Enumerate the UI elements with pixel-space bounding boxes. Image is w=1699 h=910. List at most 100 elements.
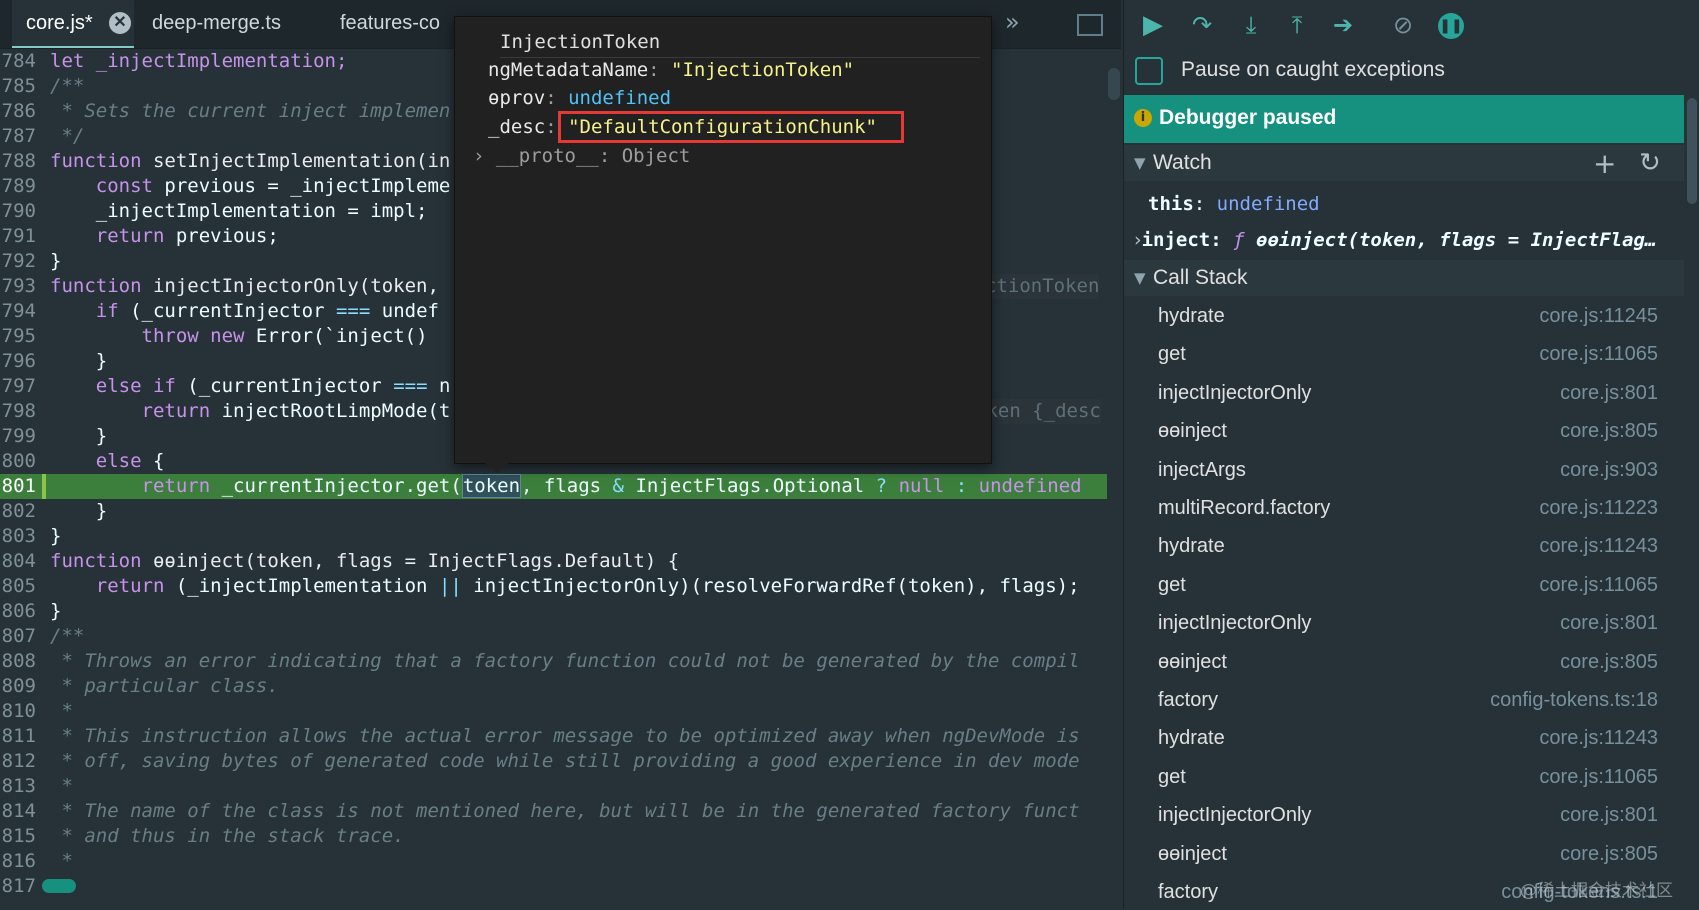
line-number: 788: [1, 150, 36, 172]
code-line: * and thus in the stack trace.: [50, 825, 405, 847]
frame-function-name: factory: [1158, 881, 1219, 903]
frame-location: core.js:11065: [1539, 573, 1658, 596]
step-icon[interactable]: ➔: [1326, 8, 1360, 42]
frame-location: core.js:805: [1560, 650, 1658, 673]
deactivate-breakpoints-icon[interactable]: ⊘: [1386, 8, 1420, 42]
code-line: let _injectImplementation;: [50, 50, 348, 72]
call-stack-frame[interactable]: injectArgs core.js:903: [1124, 452, 1684, 488]
call-stack-frame[interactable]: factory config-tokens.ts:18: [1124, 682, 1684, 718]
step-over-icon[interactable]: ↷: [1185, 8, 1219, 42]
highlight-box: [558, 111, 904, 143]
code-line: * Throws an error indicating that a fact…: [50, 650, 1080, 672]
frame-location: core.js:903: [1560, 458, 1658, 481]
frame-function-name: hydrate: [1158, 535, 1225, 558]
call-stack-frame[interactable]: get core.js:11065: [1124, 567, 1684, 603]
watch-item[interactable]: this: undefined: [1124, 186, 1699, 222]
code-line: function injectInjectorOnly(token,: [50, 275, 439, 297]
close-icon[interactable]: ✕: [109, 12, 131, 34]
tab-core-js[interactable]: core.js* ✕: [12, 0, 134, 48]
watch-section-header[interactable]: ▼ Watch + ↻: [1124, 145, 1684, 181]
line-number: 800: [1, 450, 36, 472]
frame-function-name: injectInjectorOnly: [1158, 804, 1312, 827]
code-line: /**: [50, 625, 85, 647]
code-line: }: [50, 525, 62, 547]
resume-icon[interactable]: ▶: [1136, 8, 1170, 42]
call-stack-frame[interactable]: ɵɵinject core.js:805: [1124, 644, 1684, 680]
frame-location: core.js:801: [1560, 612, 1658, 635]
tab-features-config[interactable]: features-co: [326, 0, 456, 48]
tooltip-arrow: [483, 461, 511, 473]
tooltip-title: InjectionToken: [500, 27, 980, 58]
frame-location: core.js:801: [1560, 804, 1658, 827]
call-stack-frame[interactable]: injectInjectorOnly core.js:801: [1124, 605, 1684, 641]
call-stack-frame[interactable]: multiRecord.factory core.js:11223: [1124, 490, 1684, 526]
frame-function-name: ɵɵinject: [1158, 842, 1227, 865]
tab-deep-merge[interactable]: deep-merge.ts: [138, 0, 308, 48]
code-line: _injectImplementation = impl;: [50, 200, 428, 222]
tooltip-property-expandable[interactable]: › __proto__: Object: [473, 142, 690, 170]
code-line: */: [50, 125, 85, 147]
code-line: return previous;: [50, 225, 279, 247]
frame-location: core.js:11065: [1539, 765, 1658, 788]
frame-location: core.js:801: [1560, 381, 1658, 404]
chevrons-right-icon[interactable]: »: [1005, 8, 1020, 36]
code-editor[interactable]: core.js* ✕ deep-merge.ts features-co » 7…: [0, 0, 1121, 909]
debugger-scrollbar-track[interactable]: [1684, 95, 1699, 909]
call-stack-frame[interactable]: hydrate core.js:11245: [1124, 298, 1684, 334]
line-number: 789: [1, 175, 36, 197]
call-stack-frame[interactable]: hydrate core.js:11243: [1124, 528, 1684, 564]
line-number: 803: [1, 525, 36, 547]
debugger-scrollbar-thumb[interactable]: [1687, 98, 1697, 204]
frame-location: core.js:11065: [1539, 343, 1658, 366]
code-line: * The name of the class is not mentioned…: [50, 800, 1080, 822]
frame-location: core.js:805: [1560, 420, 1658, 443]
pause-caught-exceptions-row[interactable]: Pause on caught exceptions: [1124, 50, 1699, 94]
frame-function-name: get: [1158, 765, 1186, 788]
line-number: 815: [1, 825, 36, 847]
hovered-token[interactable]: token: [461, 474, 522, 498]
frame-function-name: injectInjectorOnly: [1158, 612, 1312, 635]
pause-caught-checkbox[interactable]: [1135, 57, 1163, 85]
call-stack-frame[interactable]: ɵɵinject core.js:805: [1124, 413, 1684, 449]
inline-value-hint: oken {_desc: [975, 399, 1101, 424]
frame-location: core.js:11243: [1539, 535, 1658, 558]
pause-on-exceptions-icon[interactable]: ❚❚: [1434, 8, 1468, 42]
line-number: 791: [1, 225, 36, 247]
call-stack-frame[interactable]: injectInjectorOnly core.js:801: [1124, 375, 1684, 411]
line-number: 806: [1, 600, 36, 622]
code-line: return injectRootLimpMode(t: [50, 400, 451, 422]
watch-title: Watch: [1153, 151, 1212, 174]
toggle-panel-icon[interactable]: [1077, 14, 1103, 36]
code-line: else {: [50, 450, 165, 472]
call-stack-frame[interactable]: ɵɵinject core.js:805: [1124, 836, 1684, 872]
add-icon[interactable]: +: [1593, 147, 1616, 180]
refresh-icon[interactable]: ↻: [1639, 148, 1661, 178]
call-stack-section-header[interactable]: ▼ Call Stack: [1124, 260, 1684, 296]
call-stack-frame[interactable]: get core.js:11065: [1124, 336, 1684, 372]
call-stack-frame[interactable]: get core.js:11065: [1124, 759, 1684, 795]
editor-scrollbar-thumb[interactable]: [1108, 68, 1120, 100]
code-line: /**: [50, 75, 85, 97]
tab-label: core.js*: [26, 12, 93, 34]
code-line: function setInjectImplementation(in: [50, 150, 451, 172]
frame-location: config-tokens.ts:18: [1490, 689, 1658, 711]
line-number: 795: [1, 325, 36, 347]
line-number: 807: [1, 625, 36, 647]
step-out-icon[interactable]: ⤒: [1280, 8, 1314, 42]
code-line: *: [50, 700, 73, 722]
editor-scrollbar-track[interactable]: [1107, 49, 1121, 909]
call-stack-frame[interactable]: hydrate core.js:11243: [1124, 720, 1684, 756]
info-icon: i: [1134, 109, 1152, 127]
line-number: 816: [1, 850, 36, 872]
line-number: 793: [1, 275, 36, 297]
line-number: 797: [1, 375, 36, 397]
step-into-icon[interactable]: ⤓: [1234, 8, 1268, 42]
frame-location: core.js:11223: [1539, 497, 1658, 519]
line-number: 812: [1, 750, 36, 772]
horizontal-scrollbar[interactable]: [42, 879, 76, 893]
triangle-down-icon: ▼: [1134, 154, 1146, 172]
call-stack-frame[interactable]: injectInjectorOnly core.js:801: [1124, 797, 1684, 833]
code-line: *: [50, 850, 73, 872]
watch-item[interactable]: ›inject: ƒ ɵɵinject(token, flags = Injec…: [1124, 222, 1694, 258]
frame-function-name: injectInjectorOnly: [1158, 381, 1312, 404]
